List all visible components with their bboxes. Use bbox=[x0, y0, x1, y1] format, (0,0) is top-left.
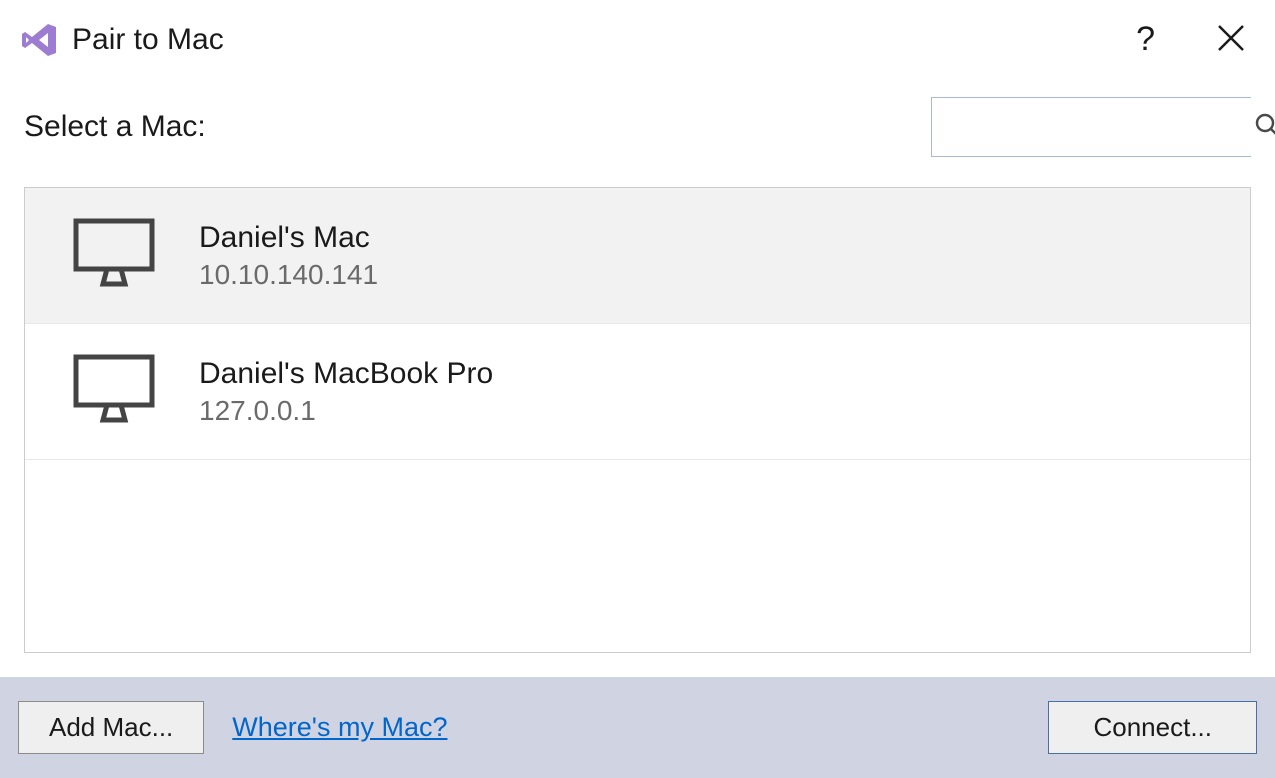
close-button[interactable] bbox=[1211, 18, 1251, 61]
search-box[interactable] bbox=[931, 97, 1251, 157]
mac-name: Daniel's MacBook Pro bbox=[199, 357, 493, 391]
monitor-icon bbox=[73, 218, 155, 293]
close-icon bbox=[1217, 24, 1245, 55]
add-mac-button[interactable]: Add Mac... bbox=[18, 701, 204, 754]
footer: Add Mac... Where's my Mac? Connect... bbox=[0, 677, 1275, 778]
select-mac-label: Select a Mac: bbox=[24, 110, 206, 144]
mac-ip: 127.0.0.1 bbox=[199, 395, 493, 427]
help-button[interactable]: ? bbox=[1128, 20, 1163, 59]
window-title: Pair to Mac bbox=[72, 23, 1116, 57]
titlebar-controls: ? bbox=[1128, 18, 1251, 61]
mac-info: Daniel's Mac 10.10.140.141 bbox=[199, 221, 378, 291]
titlebar: Pair to Mac ? bbox=[0, 0, 1275, 79]
content-area: Select a Mac: Daniel's Mac 10.10.140.141 bbox=[0, 79, 1275, 677]
mac-info: Daniel's MacBook Pro 127.0.0.1 bbox=[199, 357, 493, 427]
where-is-my-mac-link[interactable]: Where's my Mac? bbox=[232, 712, 447, 743]
mac-list-item[interactable]: Daniel's MacBook Pro 127.0.0.1 bbox=[25, 324, 1250, 460]
connect-button[interactable]: Connect... bbox=[1048, 701, 1257, 754]
search-input[interactable] bbox=[944, 98, 1254, 156]
mac-ip: 10.10.140.141 bbox=[199, 259, 378, 291]
mac-list: Daniel's Mac 10.10.140.141 Daniel's MacB… bbox=[24, 187, 1251, 653]
visual-studio-icon bbox=[18, 19, 60, 61]
search-icon bbox=[1254, 112, 1275, 143]
monitor-icon bbox=[73, 354, 155, 429]
mac-list-item[interactable]: Daniel's Mac 10.10.140.141 bbox=[25, 188, 1250, 324]
mac-name: Daniel's Mac bbox=[199, 221, 378, 255]
header-row: Select a Mac: bbox=[24, 97, 1251, 157]
